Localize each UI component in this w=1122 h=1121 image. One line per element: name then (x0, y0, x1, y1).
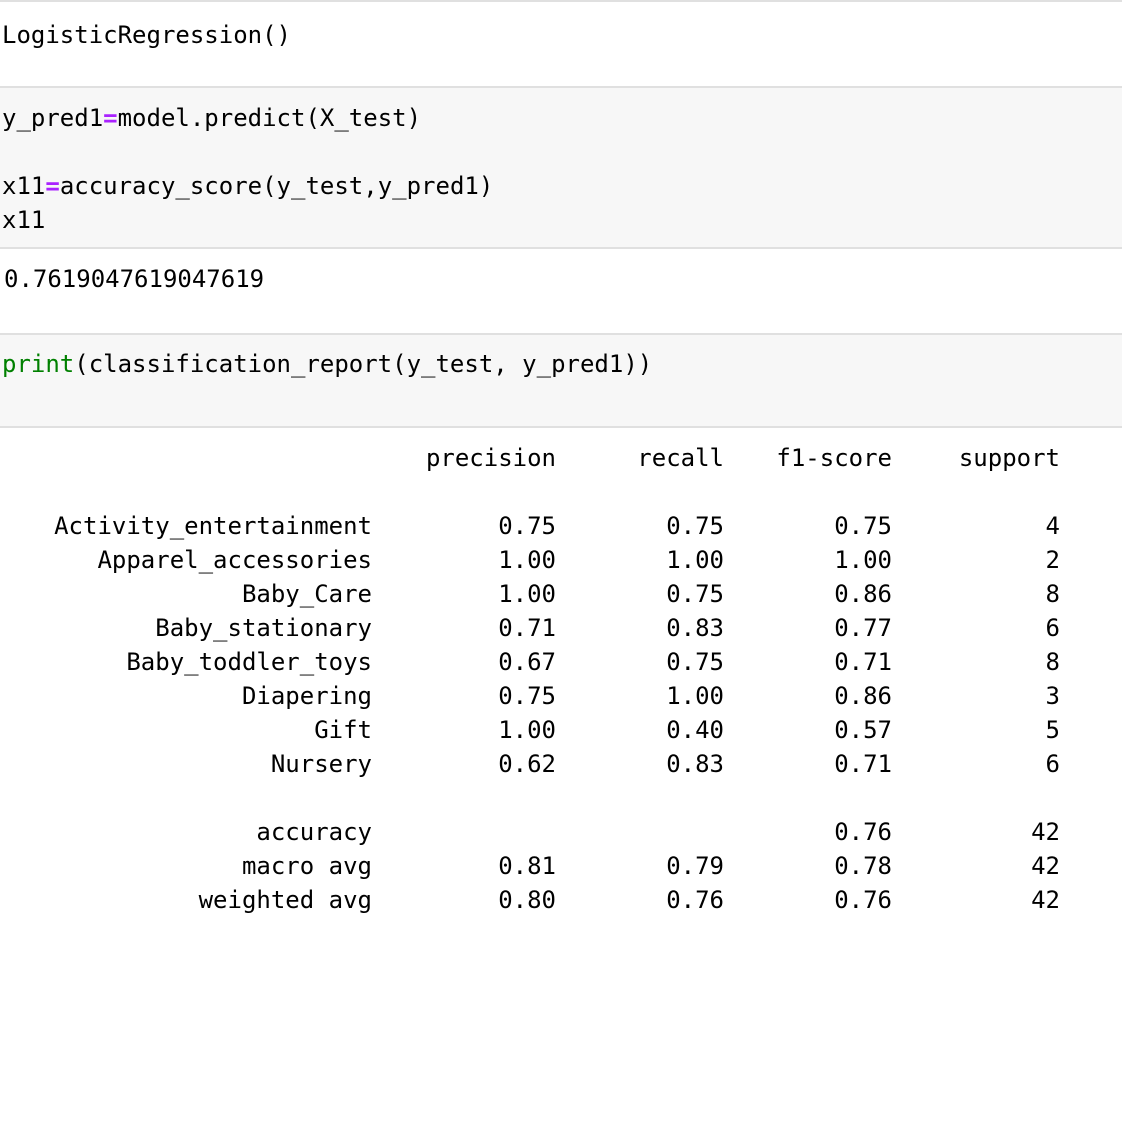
header-precision: precision (425, 444, 556, 472)
header-recall: recall (637, 444, 724, 472)
report-header-row: precision recall f1-score support (0, 441, 1122, 475)
report-row: Apparel_accessories 1.00 1.00 1.00 2 (97, 546, 1060, 574)
code-cell-predict[interactable]: y_pred1=model.predict(X_test) x11=accura… (0, 88, 1122, 247)
code-line-print: print(classification_report(y_test, y_pr… (2, 350, 653, 378)
accuracy-output: 0.7619047619047619 (4, 265, 265, 293)
report-row: Diapering 0.75 1.00 0.86 3 (241, 682, 1060, 710)
header-f1-score: f1-score (776, 444, 892, 472)
output-cell-model: LogisticRegression() (0, 2, 1122, 88)
code-line-1: y_pred1=model.predict(X_test) (2, 104, 422, 132)
report-row: Baby_stationary 0.71 0.83 0.77 6 (155, 614, 1060, 642)
report-row: Baby_Care 1.00 0.75 0.86 8 (241, 580, 1060, 608)
code-cell-report[interactable]: print(classification_report(y_test, y_pr… (0, 335, 1122, 426)
output-cell-accuracy: 0.7619047619047619 (0, 249, 1122, 333)
code-line-2: x11=accuracy_score(y_test,y_pred1) (2, 172, 494, 200)
report-row: Gift 1.00 0.40 0.57 5 (314, 716, 1060, 744)
code-line-3: x11 (2, 206, 46, 234)
report-summary-row: weighted avg 0.80 0.76 0.76 42 (198, 886, 1060, 914)
classification-report-output: precision recall f1-score support Activi… (0, 428, 1122, 946)
report-row: Baby_toddler_toys 0.67 0.75 0.71 8 (126, 648, 1060, 676)
header-support: support (958, 444, 1060, 472)
report-row: Nursery 0.62 0.83 0.71 6 (270, 750, 1060, 778)
report-row: Activity_entertainment 0.75 0.75 0.75 4 (54, 512, 1060, 540)
report-summary-row: accuracy 0.76 42 (256, 818, 1060, 846)
print-keyword: print (2, 350, 75, 378)
report-summary-row: macro avg 0.81 0.79 0.78 42 (241, 852, 1060, 880)
output-text: LogisticRegression() (2, 21, 291, 49)
